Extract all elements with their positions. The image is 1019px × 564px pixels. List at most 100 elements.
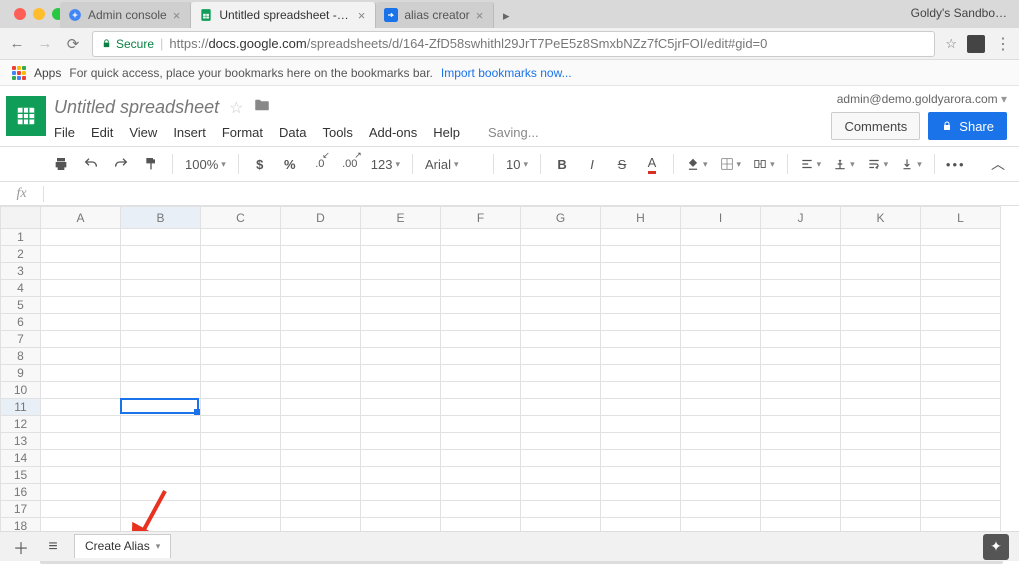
browser-tab-1[interactable]: Untitled spreadsheet - Google ×	[191, 2, 376, 28]
cell[interactable]	[41, 297, 121, 314]
cell[interactable]	[41, 399, 121, 416]
cell[interactable]	[841, 263, 921, 280]
column-header[interactable]: F	[441, 207, 521, 229]
cell[interactable]	[201, 382, 281, 399]
cell[interactable]	[601, 246, 681, 263]
cell[interactable]	[281, 501, 361, 518]
cell[interactable]	[521, 331, 601, 348]
cell[interactable]	[681, 433, 761, 450]
cell[interactable]	[201, 484, 281, 501]
cell[interactable]	[361, 314, 441, 331]
cell[interactable]	[281, 331, 361, 348]
cell[interactable]	[681, 365, 761, 382]
text-wrap-icon[interactable]: ▾	[863, 151, 893, 177]
print-icon[interactable]	[48, 151, 74, 177]
cell[interactable]	[41, 416, 121, 433]
row-header[interactable]: 13	[1, 433, 41, 450]
v-align-icon[interactable]: ▾	[829, 151, 859, 177]
cell[interactable]	[841, 331, 921, 348]
apps-icon[interactable]	[12, 66, 26, 80]
cell[interactable]	[281, 416, 361, 433]
column-header[interactable]: A	[41, 207, 121, 229]
forward-button[interactable]: →	[36, 35, 54, 53]
cell[interactable]	[41, 331, 121, 348]
decimal-increase-icon[interactable]: .00↗	[337, 151, 363, 177]
cell[interactable]	[521, 263, 601, 280]
cell[interactable]	[361, 484, 441, 501]
column-header[interactable]: B	[121, 207, 201, 229]
cell[interactable]	[121, 382, 201, 399]
h-align-icon[interactable]: ▾	[796, 151, 826, 177]
cell[interactable]	[841, 314, 921, 331]
cell[interactable]	[761, 433, 841, 450]
cell[interactable]	[761, 331, 841, 348]
cell[interactable]	[921, 314, 1001, 331]
import-bookmarks-link[interactable]: Import bookmarks now...	[441, 66, 572, 80]
cell[interactable]	[601, 365, 681, 382]
cell[interactable]	[41, 450, 121, 467]
cell[interactable]	[681, 501, 761, 518]
row-header[interactable]: 16	[1, 484, 41, 501]
cell[interactable]	[921, 484, 1001, 501]
cell[interactable]	[921, 399, 1001, 416]
text-color-icon[interactable]: A	[639, 151, 665, 177]
cell[interactable]	[521, 229, 601, 246]
cell[interactable]	[521, 433, 601, 450]
cell[interactable]	[441, 348, 521, 365]
cell[interactable]	[281, 382, 361, 399]
sheets-logo-icon[interactable]	[6, 96, 46, 136]
cell[interactable]	[761, 382, 841, 399]
redo-icon[interactable]	[108, 151, 134, 177]
cell[interactable]	[201, 467, 281, 484]
cell[interactable]	[121, 467, 201, 484]
paint-format-icon[interactable]	[138, 151, 164, 177]
cell[interactable]	[601, 280, 681, 297]
cell[interactable]	[201, 348, 281, 365]
cell[interactable]	[841, 450, 921, 467]
font-size-select[interactable]: 10▾	[502, 151, 532, 177]
cell[interactable]	[361, 229, 441, 246]
cell[interactable]	[441, 365, 521, 382]
cell[interactable]	[41, 501, 121, 518]
row-header[interactable]: 7	[1, 331, 41, 348]
collapse-toolbar-icon[interactable]: ︿	[985, 151, 1011, 177]
cell[interactable]	[41, 382, 121, 399]
cell[interactable]	[361, 365, 441, 382]
cell[interactable]	[681, 331, 761, 348]
cell[interactable]	[281, 280, 361, 297]
cell[interactable]	[521, 365, 601, 382]
browser-tab-2[interactable]: alias creator ×	[376, 2, 494, 28]
cell[interactable]	[41, 280, 121, 297]
cell[interactable]	[681, 399, 761, 416]
cell[interactable]	[441, 280, 521, 297]
star-icon[interactable]: ☆	[229, 98, 243, 118]
cell[interactable]	[921, 450, 1001, 467]
cell[interactable]	[761, 314, 841, 331]
cell[interactable]	[921, 280, 1001, 297]
cell[interactable]	[441, 246, 521, 263]
row-header[interactable]: 9	[1, 365, 41, 382]
cell[interactable]	[281, 229, 361, 246]
cell[interactable]	[201, 263, 281, 280]
cell[interactable]	[601, 416, 681, 433]
cell[interactable]	[121, 484, 201, 501]
cell[interactable]	[681, 484, 761, 501]
row-header[interactable]: 12	[1, 416, 41, 433]
cell[interactable]	[121, 229, 201, 246]
cell[interactable]	[841, 399, 921, 416]
cell[interactable]	[201, 229, 281, 246]
cell[interactable]	[921, 467, 1001, 484]
cell[interactable]	[521, 450, 601, 467]
cell[interactable]	[121, 246, 201, 263]
cell[interactable]	[41, 229, 121, 246]
cell[interactable]	[761, 229, 841, 246]
cell[interactable]	[361, 263, 441, 280]
cell[interactable]	[121, 501, 201, 518]
number-format-select[interactable]: 123▾	[367, 151, 404, 177]
extension-icon[interactable]	[967, 35, 985, 53]
cell[interactable]	[441, 399, 521, 416]
cell[interactable]	[761, 263, 841, 280]
cell[interactable]	[281, 263, 361, 280]
row-header[interactable]: 14	[1, 450, 41, 467]
row-header[interactable]: 1	[1, 229, 41, 246]
